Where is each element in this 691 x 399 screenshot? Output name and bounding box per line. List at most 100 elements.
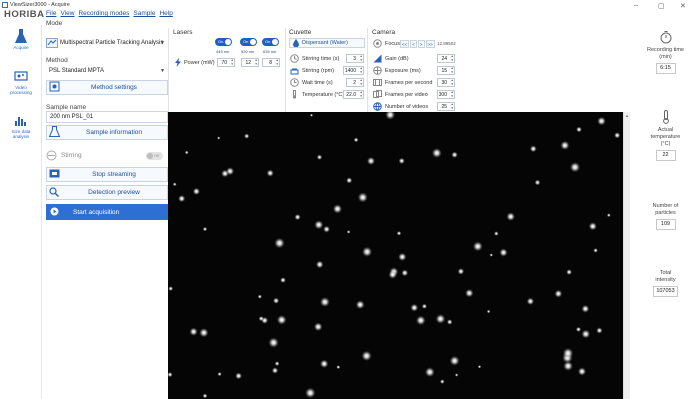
nav-video-processing[interactable]: Video processing bbox=[0, 69, 42, 95]
bar-chart-icon bbox=[15, 117, 26, 126]
gain-input[interactable]: 24 bbox=[437, 54, 455, 63]
record-icon bbox=[47, 207, 61, 218]
particle bbox=[560, 140, 570, 150]
method-label: Method bbox=[46, 57, 68, 64]
video-processing-icon bbox=[14, 71, 28, 81]
globe-icon bbox=[373, 102, 382, 111]
number-of-videos-label: Number of videos bbox=[385, 103, 429, 110]
particle bbox=[244, 133, 250, 139]
cuvette-title: Cuvette bbox=[289, 29, 312, 36]
close-button[interactable]: ✕ bbox=[680, 2, 686, 10]
recording-time-stat: Recording time (min) 6:15 bbox=[640, 30, 691, 74]
intensity-label-2: intensity bbox=[655, 277, 676, 283]
particle bbox=[446, 319, 453, 325]
power-635-input[interactable]: 8 bbox=[262, 58, 280, 67]
temperature-value: 22 bbox=[655, 150, 676, 161]
app-window: ViewSizer3000 - Acquire – ▢ ✕ HORIBA Fil… bbox=[0, 0, 691, 399]
menu-help[interactable]: Help bbox=[159, 10, 172, 17]
stirring-toggle[interactable]: Off bbox=[146, 152, 163, 160]
menu-view[interactable]: View bbox=[60, 10, 74, 17]
particle bbox=[489, 253, 493, 257]
particle bbox=[526, 297, 535, 305]
intensity-label-1: Total bbox=[659, 270, 672, 276]
focus-far-back-button[interactable]: << bbox=[400, 40, 410, 48]
particles-layer bbox=[167, 109, 621, 399]
particle bbox=[575, 326, 582, 332]
particle bbox=[606, 213, 611, 218]
particle bbox=[472, 241, 483, 252]
maximize-button[interactable]: ▢ bbox=[658, 2, 665, 10]
laser-635-toggle[interactable]: On bbox=[262, 38, 279, 46]
number-of-videos-row: Number of videos bbox=[373, 102, 428, 111]
toggle-knob bbox=[250, 39, 256, 45]
focus-forward-button[interactable]: > bbox=[417, 40, 425, 48]
start-acquisition-button[interactable]: Start acquisition bbox=[46, 204, 168, 220]
menu-file[interactable]: File bbox=[46, 10, 56, 17]
power-520-input[interactable]: 12 bbox=[241, 58, 259, 67]
fps-input[interactable]: 30 bbox=[437, 78, 455, 87]
particle bbox=[494, 231, 499, 236]
frames-per-video-input[interactable]: 300 bbox=[437, 90, 455, 99]
stirring-row: Stirring bbox=[46, 150, 82, 161]
laser-445-toggle[interactable]: On bbox=[215, 38, 232, 46]
method-select[interactable]: PSL Standard MPTA ▼ bbox=[46, 65, 168, 77]
menu-recording-modes[interactable]: Recording modes bbox=[78, 10, 129, 17]
sample-information-button[interactable]: Sample information bbox=[46, 125, 168, 140]
particle bbox=[477, 365, 482, 369]
particle bbox=[294, 214, 301, 221]
particle bbox=[309, 113, 314, 117]
detection-preview-button[interactable]: Detection preview bbox=[46, 185, 168, 200]
particle bbox=[257, 294, 262, 299]
stop-streaming-button[interactable]: Stop streaming bbox=[46, 167, 168, 182]
frames-per-video-label: Frames per video bbox=[385, 91, 428, 98]
laser-445-wavelength: 445 nm bbox=[216, 49, 230, 54]
focus-back-button[interactable]: < bbox=[410, 40, 417, 48]
mode-select[interactable]: Multispectral Particle Tracking Analysis… bbox=[46, 37, 168, 49]
particle bbox=[569, 162, 581, 173]
video-camera-icon bbox=[47, 169, 61, 180]
thermometer-icon bbox=[662, 110, 669, 124]
laser-635-state: On bbox=[265, 39, 271, 44]
particle bbox=[217, 136, 221, 140]
particle bbox=[332, 204, 343, 214]
stirring-time-input[interactable]: 3 bbox=[346, 54, 364, 63]
wait-time-row: Wait time (s) bbox=[290, 78, 333, 87]
video-stream[interactable] bbox=[167, 109, 623, 399]
menu-bar: File View Recording modes Sample Help bbox=[46, 10, 173, 17]
number-of-videos-input[interactable]: 25 bbox=[437, 102, 455, 111]
drop-icon bbox=[293, 39, 299, 47]
wait-time-input[interactable]: 2 bbox=[346, 78, 364, 87]
method-value: PSL Standard MPTA bbox=[49, 68, 105, 74]
dispersant-button[interactable]: Dispersant (Water) bbox=[289, 38, 365, 48]
exposure-input[interactable]: 15 bbox=[437, 66, 455, 75]
stir-time-icon bbox=[290, 54, 299, 63]
menu-sample[interactable]: Sample bbox=[133, 10, 155, 17]
settings-icon bbox=[47, 81, 61, 94]
sample-name-label: Sample name bbox=[46, 104, 87, 111]
particle bbox=[421, 303, 427, 309]
particle bbox=[596, 327, 603, 334]
sample-name-input[interactable]: 200 nm PSL_01 bbox=[46, 111, 168, 123]
particle bbox=[577, 367, 587, 376]
particle bbox=[614, 132, 621, 139]
focus-value: 12.89502 bbox=[437, 41, 456, 46]
nav-acquire[interactable]: Acquire bbox=[0, 29, 42, 50]
particle bbox=[202, 226, 208, 232]
intensity-stat: Total intensity 107053 bbox=[640, 270, 691, 297]
laser-520-toggle[interactable]: On bbox=[240, 38, 257, 46]
power-445-input[interactable]: 70 bbox=[217, 58, 235, 67]
app-icon bbox=[2, 2, 8, 8]
mode-label: Mode bbox=[46, 20, 63, 27]
laser-bolt-icon bbox=[175, 58, 181, 67]
focus-far-forward-button[interactable]: >> bbox=[425, 40, 435, 48]
stirring-rpm-input[interactable]: 1400 bbox=[343, 66, 364, 75]
minimize-button[interactable]: – bbox=[634, 2, 638, 9]
nav-size-data-analysis[interactable]: Size data analysis bbox=[0, 113, 42, 139]
particle bbox=[424, 367, 435, 377]
temperature-input[interactable]: 22.0 bbox=[343, 90, 364, 99]
title-bar: ViewSizer3000 - Acquire bbox=[0, 0, 691, 10]
particle bbox=[189, 327, 198, 336]
power-label: Power (mW) bbox=[184, 59, 215, 66]
video-scrollbar[interactable]: ▲ bbox=[623, 112, 630, 399]
method-settings-button[interactable]: Method settings bbox=[46, 80, 168, 95]
